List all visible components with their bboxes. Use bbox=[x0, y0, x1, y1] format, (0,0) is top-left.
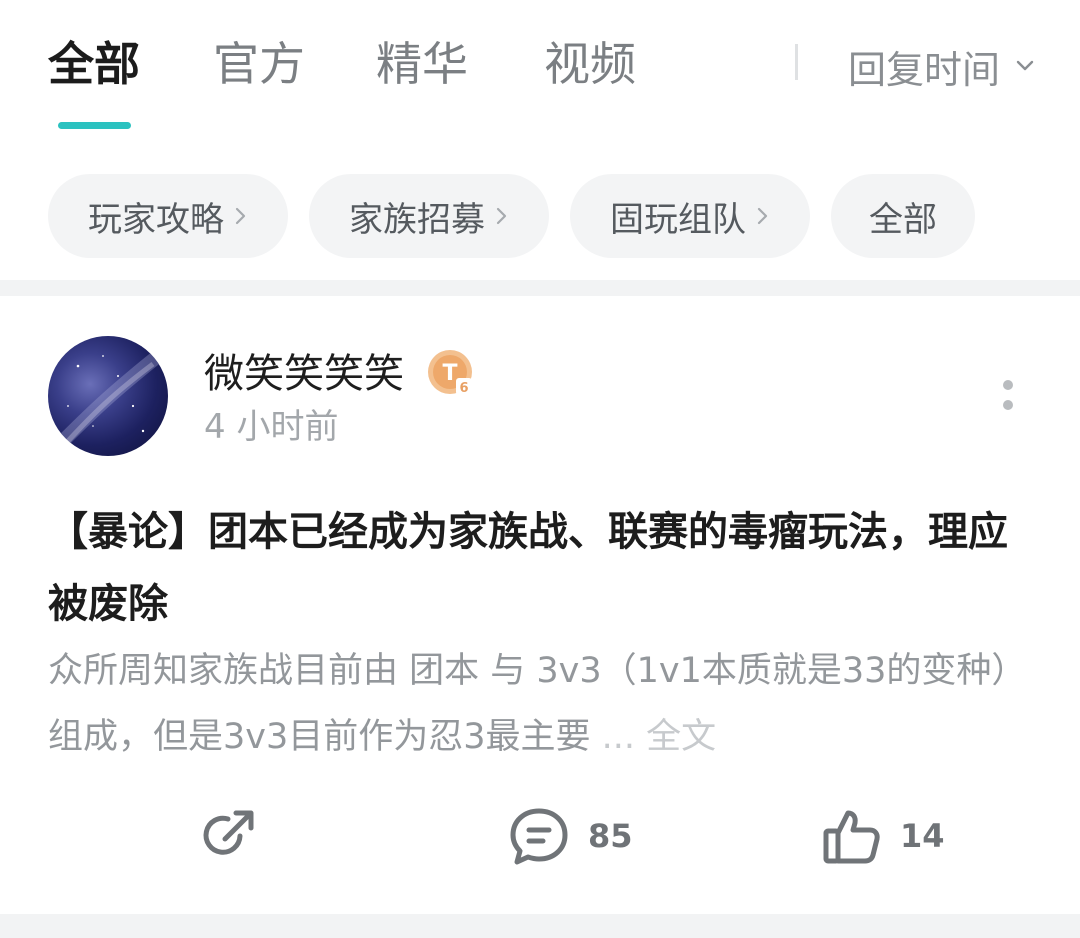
chip-family-recruit[interactable]: 家族招募 bbox=[309, 174, 549, 258]
active-tab-indicator bbox=[58, 122, 131, 129]
tab-official[interactable]: 官方 bbox=[213, 34, 305, 94]
avatar[interactable] bbox=[48, 336, 168, 456]
chip-team-up[interactable]: 固玩组队 bbox=[570, 174, 810, 258]
chip-label: 固玩组队 bbox=[610, 199, 746, 240]
share-icon bbox=[203, 810, 254, 855]
tab-bar: 全部 官方 精华 视频 回复时间 bbox=[0, 0, 1080, 150]
chevron-right-icon bbox=[757, 207, 768, 225]
post-excerpt[interactable]: 众所周知家族战目前由 团本 与 3v3（1v1本质就是33的变种）组成，但是3v… bbox=[48, 638, 1038, 770]
tab-all[interactable]: 全部 bbox=[48, 34, 140, 94]
post-actions: 85 14 bbox=[0, 796, 1080, 876]
chevron-down-icon bbox=[1016, 60, 1034, 71]
sort-label: 回复时间 bbox=[848, 47, 1001, 92]
more-options-icon[interactable] bbox=[994, 376, 1022, 416]
category-chips: 玩家攻略 家族招募 固玩组队 全部 bbox=[0, 174, 1080, 258]
comment-button[interactable]: 85 bbox=[508, 796, 633, 876]
post-card[interactable]: 微笑笑笑笑 T 6 4 小时前 【暴论】团本已经成为家族战、联赛的毒瘤玩法，理应… bbox=[0, 296, 1080, 914]
sort-dropdown[interactable]: 回复时间 bbox=[848, 40, 1036, 92]
badge-letter: T bbox=[442, 361, 457, 386]
section-gap-bottom bbox=[0, 914, 1080, 938]
starry-sky-image bbox=[53, 350, 163, 451]
chip-label: 玩家攻略 bbox=[88, 199, 224, 240]
read-more-link[interactable]: ... 全文 bbox=[602, 717, 717, 757]
post-title[interactable]: 【暴论】团本已经成为家族战、联赛的毒瘤玩法，理应被废除 bbox=[48, 496, 1038, 640]
like-button[interactable]: 14 bbox=[820, 796, 945, 876]
chip-label: 全部 bbox=[869, 199, 937, 240]
chevron-right-icon bbox=[235, 207, 246, 225]
tab-featured[interactable]: 精华 bbox=[376, 34, 468, 94]
level-badge-icon: T 6 bbox=[428, 350, 472, 396]
top-section: 全部 官方 精华 视频 回复时间 玩家攻略 家族招募 固玩组队 全部 bbox=[0, 0, 1080, 280]
tab-divider bbox=[795, 44, 798, 80]
comment-icon bbox=[510, 808, 568, 865]
author-name[interactable]: 微笑笑笑笑 bbox=[204, 346, 404, 402]
excerpt-text: 众所周知家族战目前由 团本 与 3v3（1v1本质就是33的变种）组成，但是3v… bbox=[48, 651, 1027, 757]
badge-level: 6 bbox=[459, 381, 468, 396]
share-button[interactable] bbox=[198, 796, 258, 876]
thumbs-up-icon bbox=[823, 810, 880, 864]
section-gap bbox=[0, 280, 1080, 296]
post-time: 4 小时前 bbox=[204, 407, 339, 447]
chip-label: 家族招募 bbox=[349, 199, 485, 240]
chip-player-guides[interactable]: 玩家攻略 bbox=[48, 174, 288, 258]
chip-all[interactable]: 全部 bbox=[831, 174, 975, 258]
tab-video[interactable]: 视频 bbox=[544, 34, 636, 94]
like-count: 14 bbox=[900, 817, 945, 855]
comment-count: 85 bbox=[588, 817, 633, 855]
chevron-right-icon bbox=[496, 207, 507, 225]
